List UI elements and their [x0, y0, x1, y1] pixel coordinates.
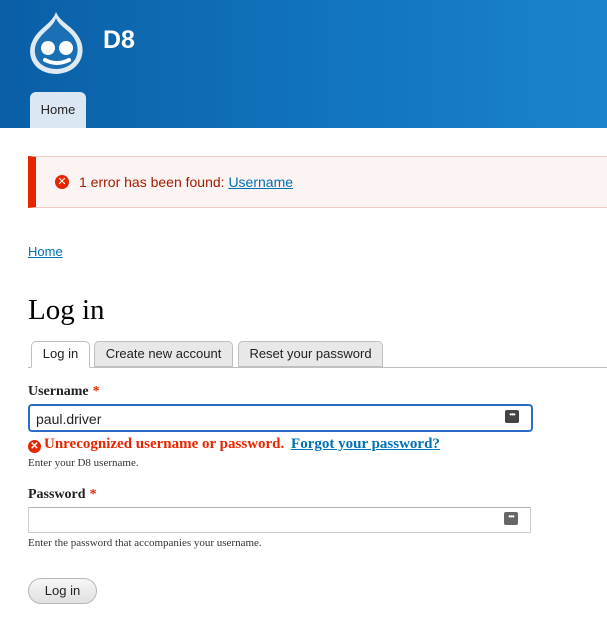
error-username-link[interactable]: Username: [228, 174, 293, 190]
password-input[interactable]: [28, 507, 531, 533]
login-button[interactable]: Log in: [28, 578, 97, 604]
forgot-password-link[interactable]: Forgot your password?: [291, 436, 440, 452]
error-icon: ✕: [28, 440, 41, 453]
site-header: D8 Home: [0, 0, 607, 128]
error-icon: ✕: [55, 175, 69, 189]
error-message: ✕ 1 error has been found: Username: [28, 156, 607, 208]
username-value: paul.driver: [36, 411, 102, 427]
password-label: Password *: [28, 487, 97, 503]
username-label: Username *: [28, 384, 100, 400]
username-required-mark: *: [92, 384, 100, 399]
username-error: ✕ Unrecognized username or password. Forg…: [28, 436, 440, 453]
password-description: Enter the password that accompanies your…: [28, 537, 262, 549]
tab-reset-password[interactable]: Reset your password: [238, 341, 383, 367]
site-name[interactable]: D8: [103, 26, 135, 55]
tab-log-in[interactable]: Log in: [31, 341, 90, 368]
page-title: Log in: [28, 294, 105, 326]
tab-create-account[interactable]: Create new account: [94, 341, 233, 367]
breadcrumb-home[interactable]: Home: [28, 244, 63, 259]
username-description: Enter your D8 username.: [28, 457, 139, 469]
error-summary-text: 1 error has been found:: [79, 174, 225, 190]
nav-home-tab[interactable]: Home: [30, 92, 86, 128]
password-label-text: Password: [28, 487, 86, 502]
error-summary: 1 error has been found: Username: [79, 174, 293, 190]
tabs-divider: [28, 367, 607, 368]
username-error-text: Unrecognized username or password.: [44, 436, 285, 452]
username-label-text: Username: [28, 384, 89, 399]
password-manager-icon[interactable]: •••: [505, 410, 519, 423]
username-input[interactable]: paul.driver: [28, 404, 533, 432]
drupal-logo-icon[interactable]: [26, 10, 88, 78]
password-required-mark: *: [89, 487, 97, 502]
password-manager-icon[interactable]: •••: [504, 512, 518, 525]
